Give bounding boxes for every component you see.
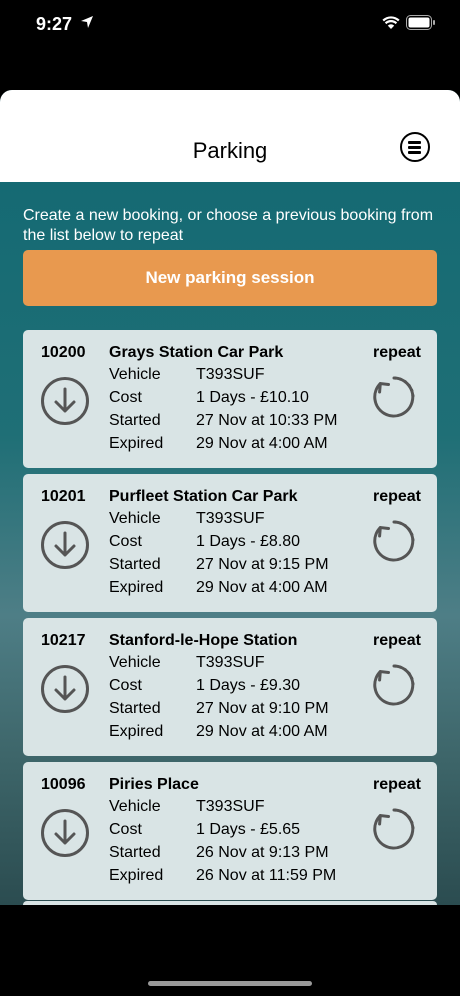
vehicle-label: Vehicle (109, 366, 161, 383)
download-icon[interactable] (40, 808, 90, 858)
expired-value: 26 Nov at 11:59 PM (196, 867, 337, 884)
menu-icon[interactable] (400, 132, 430, 162)
cost-label: Cost (109, 821, 142, 838)
vehicle-value: T393SUF (196, 510, 265, 527)
expired-row: Expired 29 Nov at 4:00 AM (109, 579, 328, 597)
booking-id: 10200 (41, 344, 86, 361)
cost-label: Cost (109, 677, 142, 694)
expired-label: Expired (109, 867, 164, 884)
download-icon[interactable] (40, 664, 90, 714)
cost-label: Cost (109, 533, 142, 550)
car-park-name: Purfleet Station Car Park (109, 488, 298, 505)
repeat-label[interactable]: repeat (373, 344, 421, 362)
started-value: 27 Nov at 9:15 PM (196, 556, 329, 573)
home-indicator[interactable] (148, 981, 312, 986)
vehicle-label: Vehicle (109, 798, 161, 815)
booking-card[interactable]: 10217 Stanford-le-Hope Station repeat Vehic… (23, 618, 437, 756)
cost-row: Cost 1 Days - £8.80 (109, 533, 300, 551)
cost-row: Cost 1 Days - £9.30 (109, 677, 300, 695)
battery-icon (406, 15, 435, 30)
cost-row: Cost 1 Days - £10.10 (109, 389, 309, 407)
cost-value: 1 Days - £8.80 (196, 533, 301, 550)
started-row: Started 27 Nov at 9:15 PM (109, 556, 329, 574)
repeat-icon[interactable] (365, 800, 423, 858)
download-icon[interactable] (40, 376, 90, 426)
vehicle-row: Vehicle T393SUF (109, 798, 264, 816)
booking-card[interactable]: 10200 Grays Station Car Park repeat Vehicle… (23, 330, 437, 468)
expired-row: Expired 26 Nov at 11:59 PM (109, 867, 336, 885)
vehicle-label: Vehicle (109, 654, 161, 671)
vehicle-row: Vehicle T393SUF (109, 654, 264, 672)
expired-label: Expired (109, 723, 164, 740)
cost-value: 1 Days - £5.65 (196, 821, 301, 838)
started-label: Started (109, 412, 161, 429)
started-row: Started 26 Nov at 9:13 PM (109, 844, 329, 862)
vehicle-row: Vehicle T393SUF (109, 366, 264, 384)
expired-label: Expired (109, 579, 164, 596)
repeat-label[interactable]: repeat (373, 776, 421, 794)
vehicle-value: T393SUF (196, 654, 265, 671)
cost-value: 1 Days - £10.10 (196, 389, 309, 406)
expired-row: Expired 29 Nov at 4:00 AM (109, 723, 328, 741)
started-value: 27 Nov at 9:10 PM (196, 700, 329, 717)
booking-card[interactable]: 10201 Purfleet Station Car Park repeat Vehi… (23, 474, 437, 612)
expired-value: 29 Nov at 4:00 AM (196, 579, 328, 596)
started-label: Started (109, 700, 161, 717)
vehicle-value: T393SUF (196, 366, 265, 383)
repeat-icon[interactable] (365, 656, 423, 714)
vehicle-row: Vehicle T393SUF (109, 510, 264, 528)
expired-value: 29 Nov at 4:00 AM (196, 723, 328, 740)
started-value: 26 Nov at 9:13 PM (196, 844, 329, 861)
car-park-name: Stanford-le-Hope Station (109, 632, 298, 649)
started-value: 27 Nov at 10:33 PM (196, 412, 338, 429)
repeat-icon[interactable] (365, 368, 423, 426)
booking-card[interactable]: 10096 Piries Place repeat Vehicle T393SUF Cos… (23, 762, 437, 900)
vehicle-label: Vehicle (109, 510, 161, 527)
header: Parking (0, 90, 460, 182)
started-label: Started (109, 844, 161, 861)
list-item-partial (23, 901, 437, 905)
repeat-label[interactable]: repeat (373, 488, 421, 506)
intro-text: Create a new booking, or choose a previo… (23, 207, 434, 244)
started-row: Started 27 Nov at 9:10 PM (109, 700, 329, 718)
new-parking-session-button[interactable]: New parking session (23, 250, 437, 306)
page-title: Parking (192, 138, 268, 163)
status-time: 9:27 (36, 14, 73, 34)
repeat-icon[interactable] (365, 512, 423, 570)
started-row: Started 27 Nov at 10:33 PM (109, 412, 337, 430)
expired-value: 29 Nov at 4:00 AM (196, 435, 328, 452)
cost-row: Cost 1 Days - £5.65 (109, 821, 300, 839)
repeat-label[interactable]: repeat (373, 632, 421, 650)
booking-id: 10217 (41, 632, 86, 649)
download-icon[interactable] (40, 520, 90, 570)
car-park-name: Grays Station Car Park (109, 344, 284, 361)
started-label: Started (109, 556, 161, 573)
location-arrow-icon (81, 16, 93, 28)
parking-sheet: Parking Create a new booking, or choose … (0, 90, 460, 905)
car-park-name: Piries Place (109, 776, 199, 793)
booking-id: 10201 (41, 488, 86, 505)
cost-value: 1 Days - £9.30 (196, 677, 301, 694)
cost-label: Cost (109, 389, 142, 406)
expired-label: Expired (109, 435, 164, 452)
vehicle-value: T393SUF (196, 798, 265, 815)
wifi-icon (382, 16, 400, 29)
booking-id: 10096 (41, 776, 86, 793)
status-bar: 9:27 (0, 0, 460, 50)
expired-row: Expired 29 Nov at 4:00 AM (109, 435, 328, 453)
